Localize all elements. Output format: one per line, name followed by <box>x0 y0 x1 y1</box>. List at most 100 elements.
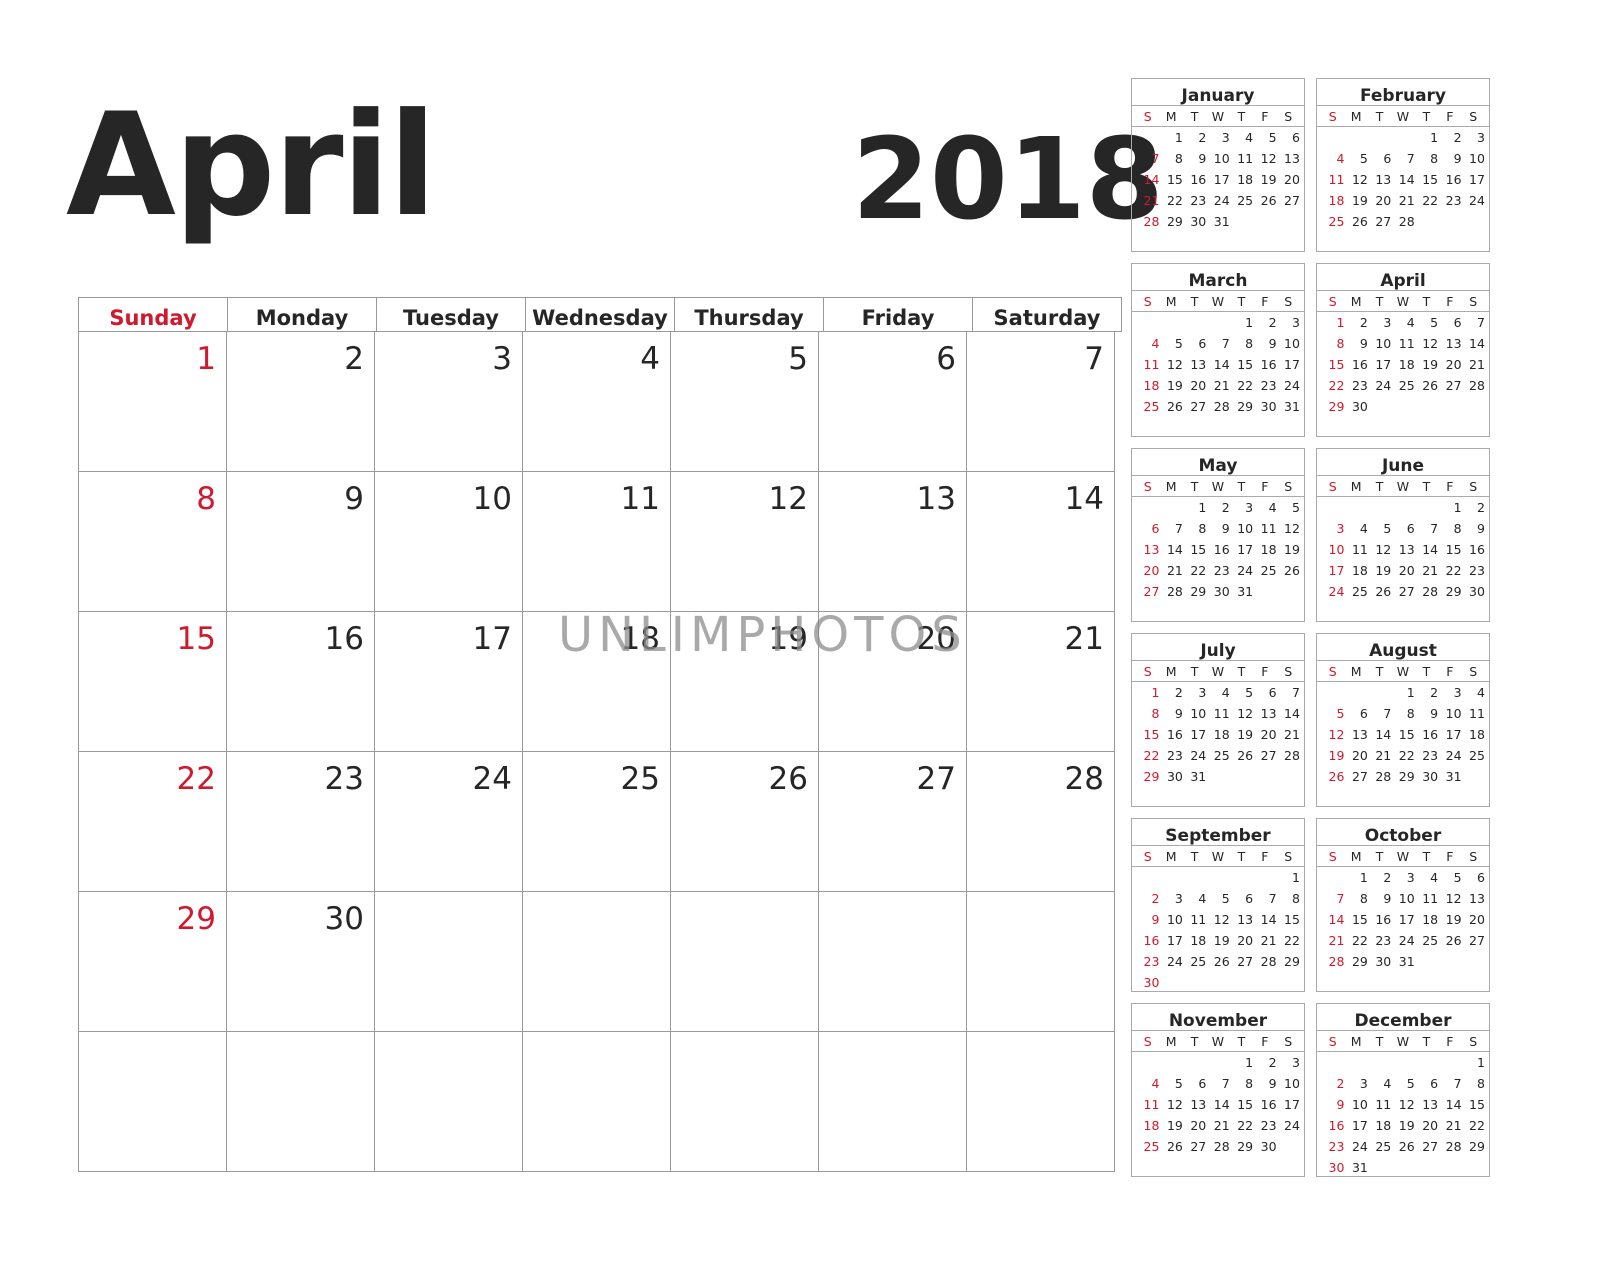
mini-day: 11 <box>1143 1097 1160 1112</box>
week-row <box>79 1032 1122 1172</box>
mini-week-row: 14 15 16 17 18 19 20 <box>1132 169 1304 190</box>
mini-day: 10 <box>1328 542 1345 557</box>
mini-day: 2 <box>1477 500 1485 515</box>
mini-weekday-label: T <box>1190 479 1199 494</box>
day-cell[interactable]: 14 <box>967 472 1115 612</box>
day-cell[interactable]: 6 <box>819 332 967 472</box>
day-cell[interactable]: 26 <box>671 752 819 892</box>
empty-day-cell[interactable] <box>967 892 1115 1032</box>
empty-day-cell[interactable] <box>671 892 819 1032</box>
mini-day: 4 <box>1198 891 1207 906</box>
mini-day: 8 <box>1292 891 1300 906</box>
mini-weekday-label: F <box>1446 294 1454 309</box>
mini-week-row: 25 26 27 28 29 30 31 <box>1132 396 1304 417</box>
mini-day: 14 <box>1445 1097 1462 1112</box>
empty-day-cell[interactable] <box>523 1032 671 1172</box>
day-cell[interactable]: 8 <box>79 472 227 612</box>
day-cell[interactable]: 25 <box>523 752 671 892</box>
day-cell[interactable]: 16 <box>227 612 375 752</box>
mini-week-row: 9 10 11 12 13 14 15 <box>1132 909 1304 930</box>
mini-day: 27 <box>1237 954 1254 969</box>
mini-day: 13 <box>1445 336 1462 351</box>
mini-day: 30 <box>1422 769 1439 784</box>
mini-weekday-label: F <box>1446 1034 1454 1049</box>
mini-day: 2 <box>1198 130 1207 145</box>
day-cell[interactable]: 11 <box>523 472 671 612</box>
mini-day <box>1438 396 1461 417</box>
mini-day: 13 <box>1469 891 1485 906</box>
mini-week-row: 123456 <box>1132 127 1304 148</box>
mini-weekday-label: T <box>1237 109 1246 124</box>
day-cell[interactable]: 21 <box>967 612 1115 752</box>
empty-day-cell[interactable] <box>375 892 523 1032</box>
month-title: April <box>66 83 437 248</box>
mini-calendar-title: May <box>1132 449 1304 476</box>
empty-day-cell[interactable] <box>79 1032 227 1172</box>
day-cell[interactable]: 18 <box>523 612 671 752</box>
day-cell[interactable]: 28 <box>967 752 1115 892</box>
mini-day: 6 <box>1198 336 1207 351</box>
mini-day: 13 <box>1398 542 1415 557</box>
day-cell[interactable]: 7 <box>967 332 1115 472</box>
mini-day: 27 <box>1260 748 1277 763</box>
day-cell[interactable]: 9 <box>227 472 375 612</box>
day-cell[interactable]: 22 <box>79 752 227 892</box>
mini-day: 28 <box>1166 584 1183 599</box>
mini-weekday-label: M <box>1350 1034 1362 1049</box>
day-cell[interactable]: 3 <box>375 332 523 472</box>
mini-day: 7 <box>1406 151 1415 166</box>
empty-day-cell[interactable] <box>819 892 967 1032</box>
day-cell[interactable]: 13 <box>819 472 967 612</box>
mini-weekday-label: F <box>1261 664 1269 679</box>
mini-week-row: 1234567 <box>1317 312 1489 333</box>
mini-day: 29 <box>1284 954 1300 969</box>
mini-week-row: 22 23 24 25 26 27 28 <box>1317 375 1489 396</box>
mini-day: 31 <box>1237 584 1254 599</box>
day-cell[interactable]: 17 <box>375 612 523 752</box>
day-cell[interactable]: 5 <box>671 332 819 472</box>
day-cell[interactable]: 15 <box>79 612 227 752</box>
mini-day: 11 <box>1237 151 1254 166</box>
mini-day: 14 <box>1328 912 1345 927</box>
day-cell[interactable]: 1 <box>79 332 227 472</box>
mini-day: 23 <box>1143 954 1160 969</box>
empty-day-cell[interactable] <box>671 1032 819 1172</box>
mini-week-row: 20 21 22 23 24 25 26 <box>1132 560 1304 581</box>
mini-day: 25 <box>1260 563 1277 578</box>
day-cell[interactable]: 20 <box>819 612 967 752</box>
mini-day: 28 <box>1469 378 1485 393</box>
day-cell[interactable]: 12 <box>671 472 819 612</box>
mini-day <box>1462 951 1485 972</box>
mini-weekday-label: T <box>1237 664 1246 679</box>
empty-day-cell[interactable] <box>967 1032 1115 1172</box>
empty-day-cell[interactable] <box>819 1032 967 1172</box>
day-cell[interactable]: 19 <box>671 612 819 752</box>
mini-day: 11 <box>1143 357 1160 372</box>
mini-week-row: 28 29 30 31 <box>1132 211 1304 232</box>
mini-weekday-label: T <box>1190 109 1199 124</box>
mini-weekday-label: S <box>1328 1034 1337 1049</box>
mini-day: 2 <box>1268 1055 1277 1070</box>
mini-week-row: 1 <box>1132 867 1304 888</box>
day-cell[interactable]: 29 <box>79 892 227 1032</box>
mini-day: 26 <box>1422 378 1439 393</box>
day-cell[interactable]: 4 <box>523 332 671 472</box>
mini-day: 29 <box>1445 584 1462 599</box>
day-cell[interactable]: 24 <box>375 752 523 892</box>
mini-day <box>1321 867 1344 888</box>
mini-day: 4 <box>1151 336 1160 351</box>
empty-day-cell[interactable] <box>375 1032 523 1172</box>
day-cell[interactable]: 23 <box>227 752 375 892</box>
empty-day-cell[interactable] <box>227 1032 375 1172</box>
mini-day: 19 <box>1260 172 1277 187</box>
day-cell[interactable]: 27 <box>819 752 967 892</box>
day-cell[interactable]: 2 <box>227 332 375 472</box>
day-cell[interactable]: 10 <box>375 472 523 612</box>
mini-day: 1 <box>1336 315 1345 330</box>
mini-calendar-title: December <box>1317 1004 1489 1031</box>
mini-calendar-december: December S M T W T F S 1 2 3 4 5 6 7 8 9 10 11 12 13 14 15 16 17… <box>1316 1003 1490 1177</box>
empty-day-cell[interactable] <box>523 892 671 1032</box>
day-cell[interactable]: 30 <box>227 892 375 1032</box>
mini-day: 16 <box>1445 172 1462 187</box>
weekday-header-sunday: Sunday <box>79 298 228 332</box>
